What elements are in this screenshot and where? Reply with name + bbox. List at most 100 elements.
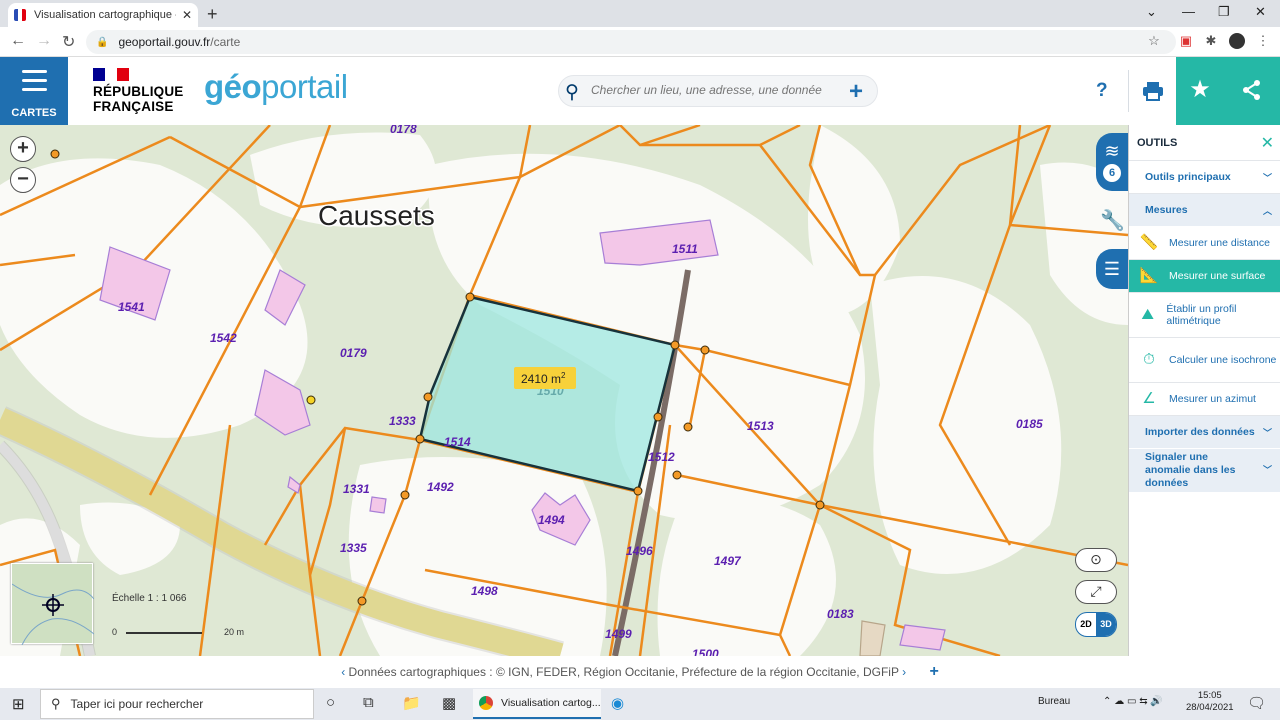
- taskbar-search[interactable]: ⚲ Taper ici pour rechercher: [40, 689, 314, 719]
- tool-elevation-profile[interactable]: ⛰ Établir un profil altimétrique: [1129, 293, 1280, 338]
- attribution-bar: ‹ Données cartographiques : © IGN, FEDER…: [0, 656, 1280, 688]
- section-import-data[interactable]: Importer des données ﹀: [1129, 416, 1280, 449]
- url-field[interactable]: 🔒 geoportail.gouv.fr/carte: [86, 30, 1176, 54]
- app-icon[interactable]: ▩: [442, 694, 456, 712]
- layers-icon: ≋: [1104, 141, 1120, 161]
- section-mesures[interactable]: Mesures ︿: [1129, 194, 1280, 227]
- desktop-label[interactable]: Bureau: [1038, 696, 1070, 707]
- bookmark-star-icon[interactable]: ☆: [1146, 33, 1162, 49]
- task-view-icon[interactable]: ⧉: [363, 694, 374, 711]
- chevron-down-icon: ﹀: [1262, 427, 1272, 438]
- advanced-search-plus-icon[interactable]: +: [849, 78, 863, 106]
- parcel-label: 1512: [648, 450, 675, 464]
- view-2d-button[interactable]: 2D: [1076, 613, 1096, 636]
- map-canvas[interactable]: Caussets 0178 1511 1541 1542 0179 1510 1…: [0, 125, 1128, 656]
- tool-label: Mesurer une surface: [1169, 270, 1266, 282]
- cartes-menu-button[interactable]: CARTES: [0, 57, 68, 125]
- place-name-label: Caussets: [318, 200, 435, 231]
- taskbar-clock[interactable]: 15:05 28/04/2021: [1186, 690, 1234, 714]
- parcel-label: 1511: [672, 242, 698, 256]
- zoom-out-button[interactable]: −: [10, 167, 36, 193]
- legend-list-tab[interactable]: ☰: [1096, 249, 1128, 289]
- tray-icons[interactable]: ⌃ ☁ ▭ ⇆ 🔊: [1103, 696, 1163, 707]
- taskbar-chrome-window[interactable]: Visualisation cartog...: [473, 689, 601, 719]
- parcel-label: 0179: [340, 346, 367, 360]
- attribution-text: Données cartographiques : © IGN, FEDER, …: [348, 665, 899, 679]
- attribution-plus-icon[interactable]: +: [929, 663, 938, 680]
- rf-line1: RÉPUBLIQUE: [93, 84, 184, 99]
- more-menu-icon[interactable]: ⋮: [1255, 33, 1271, 49]
- tools-wrench-icon[interactable]: 🔧: [1100, 208, 1125, 233]
- outils-title: OUTILS: [1137, 136, 1178, 149]
- parcel-label: 1514: [444, 435, 471, 449]
- windows-start-icon[interactable]: ⊞: [12, 695, 25, 713]
- extension-icon[interactable]: ▣: [1178, 33, 1194, 49]
- close-window-button[interactable]: ✕: [1255, 4, 1266, 20]
- url-path: /carte: [210, 35, 241, 49]
- system-tray: Bureau ⌃ ☁ ▭ ⇆ 🔊: [1038, 696, 1163, 707]
- parcel-label: 1492: [427, 480, 454, 494]
- chevron-down-icon: ﹀: [1262, 465, 1272, 475]
- tool-azimuth[interactable]: ∠ Mesurer un azimut: [1129, 383, 1280, 416]
- puzzle-icon[interactable]: ✱: [1203, 33, 1219, 49]
- edge-icon[interactable]: ◉: [611, 694, 624, 712]
- help-button[interactable]: ?: [1096, 80, 1108, 102]
- new-tab-button[interactable]: +: [207, 4, 218, 25]
- azimuth-icon: ∠: [1142, 390, 1156, 407]
- cortana-icon[interactable]: ○: [326, 694, 335, 711]
- tool-isochrone[interactable]: ⏱ Calculer une isochrone: [1129, 338, 1280, 383]
- chevron-left-icon[interactable]: ‹: [341, 665, 345, 679]
- parcel-label: 1500: [692, 647, 719, 656]
- search-input[interactable]: [591, 83, 831, 97]
- section-outils-principaux[interactable]: Outils principaux ﹀: [1129, 161, 1280, 194]
- clock-time: 15:05: [1197, 690, 1222, 701]
- browser-tab[interactable]: Visualisation cartographique - Gé ✕: [8, 3, 198, 27]
- back-icon[interactable]: ←: [10, 32, 26, 50]
- parcel-label: 1333: [389, 414, 416, 428]
- profile-menu-icon[interactable]: ⌄: [1146, 4, 1157, 20]
- close-panel-icon[interactable]: ✕: [1261, 133, 1274, 153]
- parcel-label: 0183: [827, 607, 854, 621]
- parcel-label: 1494: [538, 513, 565, 527]
- section-label: Mesures: [1145, 204, 1188, 216]
- geolocate-button[interactable]: ⊙: [1075, 548, 1117, 572]
- notifications-icon[interactable]: 🗨: [1247, 694, 1266, 712]
- forward-icon[interactable]: →: [36, 32, 52, 50]
- view-mode-toggle[interactable]: 2D 3D: [1075, 612, 1117, 637]
- logo-geo: géo: [204, 68, 262, 105]
- close-tab-icon[interactable]: ✕: [182, 8, 192, 22]
- parcel-label: 1541: [118, 300, 145, 314]
- layers-count-badge: 6: [1103, 164, 1121, 182]
- reload-icon[interactable]: ↻: [62, 32, 75, 52]
- minimize-button[interactable]: —: [1182, 4, 1195, 19]
- chrome-icon: [479, 696, 493, 710]
- zoom-in-button[interactable]: +: [10, 136, 36, 162]
- favorites-star-button[interactable]: ★: [1176, 57, 1224, 125]
- lock-icon: 🔒: [96, 36, 109, 48]
- tool-measure-surface[interactable]: 📐 Mesurer une surface: [1129, 260, 1280, 293]
- share-button[interactable]: [1224, 57, 1280, 125]
- header-divider: [1128, 70, 1129, 112]
- parcel-label: 1331: [343, 482, 370, 496]
- ruler-icon: 📏: [1139, 234, 1159, 251]
- print-icon[interactable]: [1142, 80, 1164, 102]
- fullscreen-button[interactable]: ⤢: [1075, 580, 1117, 604]
- geoportail-logo[interactable]: géoportail: [204, 68, 348, 106]
- search-icon[interactable]: ⚲: [565, 81, 579, 104]
- taskbar-chrome-label: Visualisation cartog...: [501, 697, 601, 709]
- site-favicon-icon: [14, 9, 26, 21]
- avatar[interactable]: [1229, 33, 1245, 49]
- search-bar: ⚲ +: [558, 75, 878, 107]
- file-explorer-icon[interactable]: 📁: [402, 694, 421, 712]
- view-3d-button[interactable]: 3D: [1096, 613, 1116, 636]
- map-view[interactable]: Caussets 0178 1511 1541 1542 0179 1510 1…: [0, 125, 1128, 656]
- cartes-label: CARTES: [11, 107, 57, 119]
- parcel-label: 1513: [747, 419, 774, 433]
- section-report-anomaly[interactable]: Signaler une anomalie dans les données ﹀: [1129, 449, 1280, 493]
- url-host: geoportail.gouv.fr: [118, 35, 211, 49]
- minimap[interactable]: [11, 563, 95, 646]
- layers-tab[interactable]: ≋ 6: [1096, 133, 1128, 191]
- chevron-right-icon[interactable]: ›: [902, 665, 906, 679]
- maximize-button[interactable]: ❐: [1218, 4, 1230, 20]
- tool-measure-distance[interactable]: 📏 Mesurer une distance: [1129, 227, 1280, 260]
